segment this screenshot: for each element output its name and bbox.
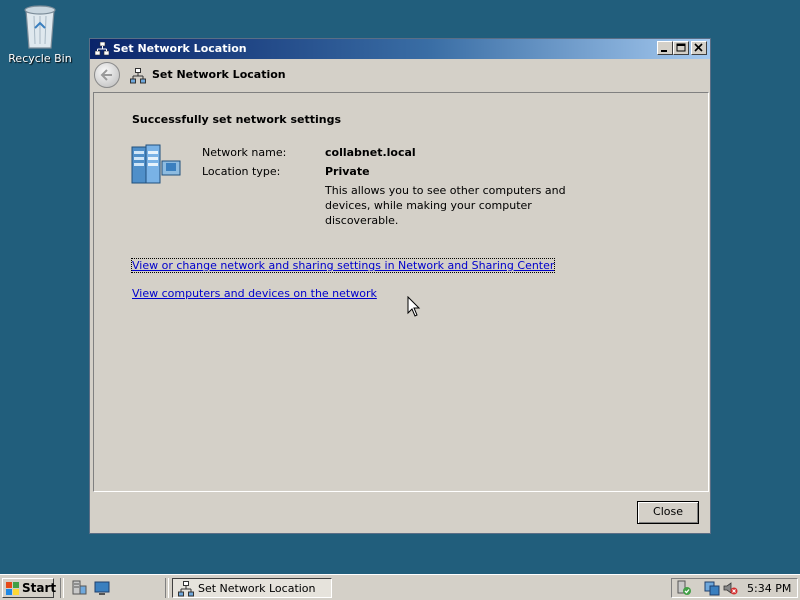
taskbar-separator (60, 578, 64, 598)
nav-title: Set Network Location (152, 68, 286, 81)
set-network-location-window: Set Network Location Set Network Locatio… (89, 38, 711, 534)
show-desktop-icon[interactable] (94, 580, 110, 596)
content-panel: Successfully set network settings Networ… (93, 92, 709, 492)
volume-muted-icon[interactable] (722, 580, 738, 596)
network-icon (95, 42, 109, 56)
network-name-label: Network name: (202, 146, 287, 159)
close-icon (694, 43, 703, 52)
location-type-value: Private (325, 165, 370, 178)
title-bar[interactable]: Set Network Location (90, 39, 710, 59)
taskbar-separator (165, 578, 169, 598)
sharing-center-link[interactable]: View or change network and sharing setti… (130, 258, 556, 273)
back-arrow-icon (100, 69, 112, 81)
security-icon[interactable] (676, 580, 692, 596)
network-name-value: collabnet.local (325, 146, 416, 159)
navigation-bar: Set Network Location (90, 59, 710, 91)
mouse-pointer-icon (407, 296, 421, 317)
recycle-bin-icon (20, 2, 60, 50)
page-heading: Successfully set network settings (132, 113, 341, 126)
location-type-label: Location type: (202, 165, 281, 178)
taskbar-item-label: Set Network Location (198, 582, 316, 595)
minimize-icon (661, 50, 667, 52)
maximize-icon (676, 43, 686, 52)
start-label: Start (22, 581, 57, 595)
network-location-icon (131, 144, 181, 184)
recycle-bin-label: Recycle Bin (8, 52, 72, 65)
network-icon (178, 581, 194, 597)
clock: 5:34 PM (747, 582, 792, 595)
view-devices-link[interactable]: View computers and devices on the networ… (132, 287, 377, 300)
window-title: Set Network Location (113, 42, 247, 55)
location-description: This allows you to see other computers a… (325, 184, 566, 227)
close-button[interactable]: Close (637, 501, 699, 524)
taskbar: Start Set Network Location 5:34 PM (0, 574, 800, 600)
close-window-button[interactable] (691, 41, 707, 55)
system-tray: 5:34 PM (671, 578, 798, 598)
back-button[interactable] (94, 62, 120, 88)
network-tray-icon[interactable] (704, 580, 720, 596)
network-icon (130, 68, 146, 84)
start-button[interactable]: Start (2, 578, 57, 598)
maximize-button[interactable] (673, 41, 689, 55)
windows-logo-icon (6, 582, 19, 595)
minimize-button[interactable] (657, 41, 673, 55)
taskbar-item-set-network-location[interactable]: Set Network Location (172, 578, 332, 598)
recycle-bin[interactable]: Recycle Bin (6, 2, 74, 65)
server-manager-icon[interactable] (71, 580, 87, 596)
